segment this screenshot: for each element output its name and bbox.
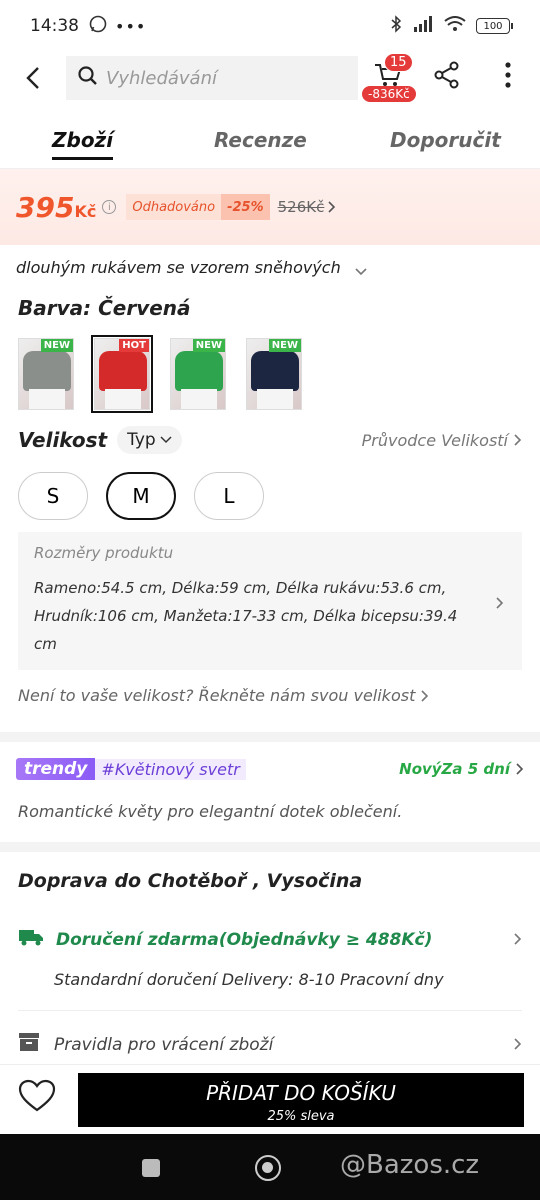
section-divider xyxy=(0,732,540,742)
not-your-size-link[interactable]: Není to vaše velikost? Řekněte nám svou … xyxy=(18,686,429,705)
size-row: Velikost Typ Průvodce Velikostí xyxy=(18,424,522,456)
info-icon[interactable]: i xyxy=(102,200,117,214)
badge-new: NEW xyxy=(40,339,73,352)
watermark: @Bazos.cz xyxy=(340,1150,480,1180)
divider xyxy=(18,1010,522,1011)
truck-icon xyxy=(18,928,44,951)
price-value: 395 xyxy=(16,190,75,224)
sweater-image xyxy=(23,351,71,391)
more-vertical-icon xyxy=(505,62,511,88)
sweater-image xyxy=(175,351,223,391)
old-price: 526Kč xyxy=(277,198,325,216)
type-dropdown[interactable]: Typ xyxy=(117,426,182,454)
back-arrow-icon xyxy=(26,67,39,89)
chevron-right-icon xyxy=(514,434,522,446)
search-icon xyxy=(78,66,98,90)
size-guide-label: Průvodce Velikostí xyxy=(361,430,508,450)
free-shipping-row[interactable]: Doručení zdarma(Objednávky ≥ 488Kč) xyxy=(18,928,522,951)
tab-product[interactable]: Zboží xyxy=(52,128,114,160)
recent-apps-button[interactable] xyxy=(142,1159,160,1177)
tab-recommend[interactable]: Doporučit xyxy=(390,128,501,152)
cart-button[interactable]: 15 -836Kč xyxy=(362,52,418,104)
size-options: S M L xyxy=(18,472,264,520)
android-nav-bar: @Bazos.cz xyxy=(0,1134,540,1200)
trendy-description: Romantické květy pro elegantní dotek obl… xyxy=(18,802,403,821)
size-guide-link[interactable]: Průvodce Velikostí xyxy=(362,431,522,450)
dimensions-title: Rozměry produktu xyxy=(34,544,174,562)
not-size-text: Není to vaše velikost? Řekněte nám svou … xyxy=(18,686,416,705)
discount-badge: -25% xyxy=(221,194,270,220)
chevron-right-icon xyxy=(516,763,524,775)
wifi-icon xyxy=(444,15,466,37)
back-button[interactable] xyxy=(0,52,66,104)
home-button[interactable] xyxy=(255,1155,281,1181)
color-swatch-navy[interactable]: NEW xyxy=(246,338,302,410)
color-swatch-green[interactable]: NEW xyxy=(170,338,226,410)
chevron-right-icon xyxy=(514,1035,522,1055)
badge-hot: HOT xyxy=(119,339,149,352)
returns-label: Pravidla pro vrácení zboží xyxy=(54,1034,274,1055)
chevron-right-icon[interactable] xyxy=(328,198,336,217)
trendy-logo: trendy xyxy=(16,758,96,780)
free-shipping-label: Doručení zdarma(Objednávky ≥ 488Kč) xyxy=(56,929,433,950)
shipping-detail: Standardní doručení Delivery: 8-10 Praco… xyxy=(54,970,444,989)
color-label: Barva: Červená xyxy=(18,296,191,320)
search-input[interactable] xyxy=(106,67,336,89)
trendy-tag: #Květinový svetr xyxy=(95,758,246,780)
heart-icon xyxy=(18,1079,56,1112)
section-divider xyxy=(0,842,540,852)
chevron-right-icon xyxy=(421,689,429,702)
whatsapp-icon xyxy=(89,15,107,38)
size-option-l[interactable]: L xyxy=(194,472,264,520)
sweater-image xyxy=(99,351,147,391)
dimensions-text: Rameno:54.5 cm, Délka:59 cm, Délka rukáv… xyxy=(34,579,458,653)
share-button[interactable] xyxy=(432,60,462,94)
add-to-cart-button[interactable]: PŘIDAT DO KOŠÍKU 25% sleva xyxy=(78,1073,524,1127)
add-to-cart-discount: 25% sleva xyxy=(267,1108,335,1124)
battery-icon: 100 xyxy=(476,18,513,34)
color-swatch-grey[interactable]: NEW xyxy=(18,338,74,410)
new-days-label: NovýZa 5 dní xyxy=(399,760,510,778)
color-swatch-red[interactable]: HOT xyxy=(91,335,153,413)
size-option-m[interactable]: M xyxy=(106,472,176,520)
badge-new: NEW xyxy=(268,339,301,352)
shipping-title: Doprava do Chotěboř , Vysočina xyxy=(18,870,363,892)
more-options-button[interactable] xyxy=(496,60,520,94)
estimate-badge: Odhadováno -25% xyxy=(126,194,270,220)
chevron-right-icon xyxy=(514,930,522,950)
box-icon xyxy=(18,1032,40,1057)
status-time: 14:38 xyxy=(30,16,79,36)
badge-new: NEW xyxy=(192,339,225,352)
product-description: dlouhým rukávem se vzorem sněhových xyxy=(16,258,341,277)
share-icon xyxy=(434,61,459,89)
price-bar: 395 Kč i Odhadováno -25% 526Kč xyxy=(0,169,540,245)
chevron-down-icon xyxy=(160,436,172,444)
top-nav: 15 -836Kč xyxy=(0,52,540,104)
product-dimensions[interactable]: Rozměry produktu Rameno:54.5 cm, Délka:5… xyxy=(18,532,522,670)
search-box[interactable] xyxy=(66,56,358,100)
signal-icon xyxy=(412,15,434,37)
color-swatches: NEW HOT NEW NEW xyxy=(18,335,302,413)
wishlist-button[interactable] xyxy=(18,1079,56,1117)
new-in-days: NovýZa 5 dní xyxy=(399,760,524,778)
cart-saving-badge: -836Kč xyxy=(362,86,416,102)
sweater-image xyxy=(251,351,299,391)
chevron-right-icon xyxy=(496,594,504,613)
status-bar: 14:38 ••• 100 xyxy=(0,0,540,52)
tab-reviews[interactable]: Recenze xyxy=(214,128,307,152)
estimate-label: Odhadováno xyxy=(132,199,216,215)
bluetooth-icon xyxy=(390,14,402,38)
expand-chevron-icon[interactable] xyxy=(354,262,368,281)
returns-policy-row[interactable]: Pravidla pro vrácení zboží xyxy=(18,1032,522,1057)
type-label: Typ xyxy=(127,430,156,450)
add-to-cart-label: PŘIDAT DO KOŠÍKU xyxy=(206,1080,396,1105)
price-currency: Kč xyxy=(74,201,97,221)
tab-bar: Zboží Recenze Doporučit xyxy=(0,116,540,168)
size-option-s[interactable]: S xyxy=(18,472,88,520)
more-notifications-icon: ••• xyxy=(115,16,147,36)
cart-count-badge: 15 xyxy=(384,53,413,72)
size-label: Velikost xyxy=(18,428,108,452)
bottom-action-bar: PŘIDAT DO KOŠÍKU 25% sleva xyxy=(0,1064,540,1134)
trendy-row[interactable]: trendy #Květinový svetr NovýZa 5 dní xyxy=(16,758,524,780)
